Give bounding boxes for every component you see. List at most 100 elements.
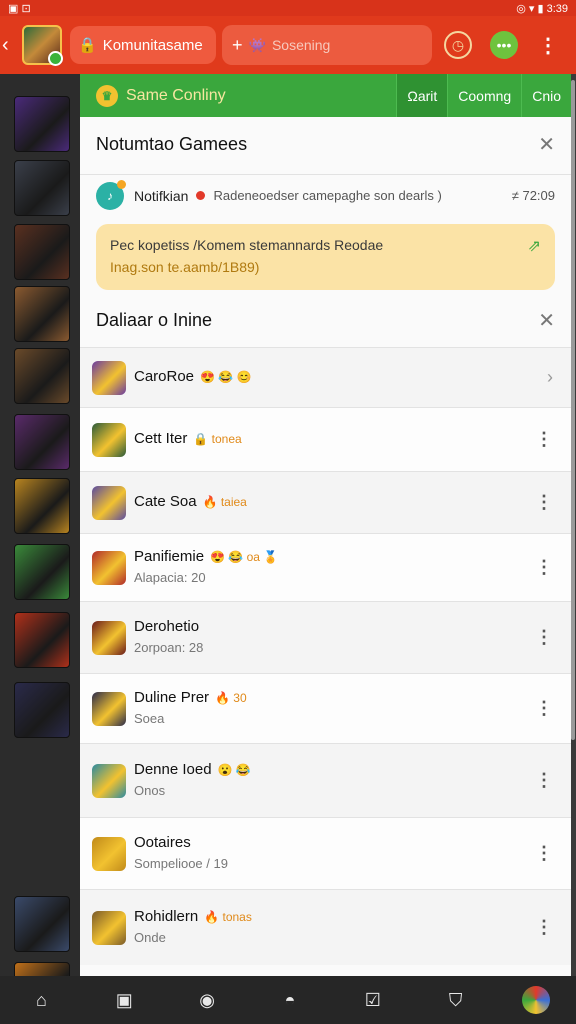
game-name: Duline Prer 🔥 30 <box>134 689 247 706</box>
add-pill[interactable]: + 👾 Sosening <box>222 25 432 65</box>
library-icon[interactable]: ▣ <box>108 990 140 1011</box>
back-icon[interactable]: ‹ <box>2 34 18 57</box>
status-badge: 🔥 taiea <box>202 495 247 509</box>
scrollbar-thumb[interactable] <box>571 80 575 740</box>
controller-icon[interactable]: ◓ <box>274 990 306 1011</box>
game-name-text: Derohetio <box>134 618 200 635</box>
game-icon <box>92 361 126 395</box>
game-thumbnail[interactable] <box>14 682 70 738</box>
community-search-pill[interactable]: 🔒 Komunitasame <box>70 26 216 64</box>
status-left: ▣ ⊡ <box>8 2 31 15</box>
chevron-right-icon[interactable]: › <box>547 367 553 388</box>
more-options-icon[interactable]: ⋮ <box>535 698 553 719</box>
game-thumbnail[interactable] <box>14 414 70 470</box>
game-name: Rohidlern 🔥 tonas <box>134 908 252 925</box>
game-name: Cett Iter 🔒 tonea <box>134 430 242 447</box>
game-thumbnail[interactable] <box>14 544 70 600</box>
game-icon <box>92 486 126 520</box>
promo-line-2: Inag.son te.aamb/1B89) <box>110 259 260 275</box>
game-icon <box>92 837 126 871</box>
list-item[interactable]: Cett Iter 🔒 tonea ⋮ <box>80 407 571 471</box>
game-name-text: Cett Iter <box>134 430 188 447</box>
list-item[interactable]: CaroRoe 😍 😂 😊 › <box>80 347 571 407</box>
game-list: CaroRoe 😍 😂 😊 › Cett Iter 🔒 tonea ⋮ Cate Soa 🔥 … <box>80 347 571 965</box>
app-avatar[interactable] <box>22 25 63 66</box>
game-icon <box>92 764 126 798</box>
list-item[interactable]: Ootaires Sompeliooe / 19 ⋮ <box>80 817 571 889</box>
section-title-online: Daliaar o Inine <box>96 309 213 330</box>
game-name: Denne Ioed 😮 😂 <box>134 761 251 778</box>
promo-card[interactable]: Pec kopetiss /Komem stemannards Reodae I… <box>96 224 555 290</box>
notification-title: Notifkian <box>134 187 189 204</box>
game-subtitle: Alapacia: 20 <box>134 570 206 585</box>
list-item[interactable]: Panifiemie 😍 😂 oa 🏅 Alapacia: 20 ⋮ <box>80 533 571 601</box>
list-item[interactable]: Duline Prer 🔥 30 Soea ⋮ <box>80 673 571 743</box>
status-badge: 🔥 tonas <box>204 910 252 924</box>
game-icon <box>92 692 126 726</box>
more-options-icon[interactable]: ⋮ <box>535 429 553 450</box>
community-label: Komunitasame <box>102 36 203 54</box>
game-rail <box>0 74 80 1018</box>
game-subtitle: Onde <box>134 930 166 945</box>
game-icon <box>92 551 126 585</box>
section-header-notifications: Notumtao Gamees ✕ <box>80 117 571 172</box>
more-icon[interactable]: ⋮ <box>534 31 562 59</box>
game-name-text: Ootaires <box>134 834 191 851</box>
notification-icon: ♪ <box>96 179 126 210</box>
game-thumbnail[interactable] <box>14 478 70 534</box>
checklist-icon[interactable]: ☑ <box>357 990 389 1011</box>
more-options-icon[interactable]: ⋮ <box>535 843 553 864</box>
game-thumbnail[interactable] <box>14 896 70 952</box>
game-subtitle: Soea <box>134 711 165 726</box>
game-name: Derohetio <box>134 618 199 635</box>
close-icon[interactable]: ✕ <box>538 132 555 157</box>
clock-icon[interactable]: ◷ <box>444 31 472 59</box>
list-item[interactable]: Cate Soa 🔥 taiea ⋮ <box>80 471 571 533</box>
game-thumbnail[interactable] <box>14 160 70 216</box>
game-name-text: Duline Prer <box>134 689 210 706</box>
tab-current[interactable]: Ωarit <box>396 74 448 117</box>
plus-icon: + <box>232 34 243 55</box>
game-thumbnail[interactable] <box>14 224 70 280</box>
main-panel: ♛ Same Conliny Ωarit Coomng Cnio Notumta… <box>80 74 571 976</box>
more-options-icon[interactable]: ⋮ <box>535 770 553 791</box>
game-name-text: Denne Ioed <box>134 761 212 778</box>
status-bar: ▣ ⊡ ◎ ▾ ▮ 3:39 <box>0 0 576 16</box>
profile-avatar[interactable] <box>522 986 551 1014</box>
more-options-icon[interactable]: ⋮ <box>535 492 553 513</box>
tab-coming[interactable]: Coomng <box>447 74 521 117</box>
list-item[interactable]: Denne Ioed 😮 😂 Onos ⋮ <box>80 743 571 817</box>
list-item[interactable]: Derohetio 2orpoan: 28 ⋮ <box>80 601 571 673</box>
status-right: ◎ ▾ ▮ 3:39 <box>516 2 568 15</box>
game-icon <box>92 423 126 457</box>
status-badge: 😮 😂 <box>217 763 251 777</box>
badge-icon: ♛ <box>96 84 118 107</box>
chat-icon[interactable]: ••• <box>490 31 518 59</box>
more-options-icon[interactable]: ⋮ <box>535 917 553 938</box>
notification-row[interactable]: ♪ Notifkian Radeneoedser camepaghe son d… <box>80 174 571 216</box>
notification-time: ≠ 72:09 <box>511 188 555 203</box>
status-badge: 🔒 tonea <box>193 432 242 446</box>
game-name-text: CaroRoe <box>134 368 195 385</box>
game-name: Cate Soa 🔥 taiea <box>134 493 247 510</box>
share-icon[interactable]: ⇗ <box>528 236 541 258</box>
more-options-icon[interactable]: ⋮ <box>535 557 553 578</box>
close-icon[interactable]: ✕ <box>538 308 555 333</box>
unread-dot <box>196 191 206 200</box>
game-thumbnail[interactable] <box>14 96 70 152</box>
bottom-nav: ⌂ ▣ ◉ ◓ ☑ ⛉ <box>0 976 576 1024</box>
section-header-online: Daliaar o Inine ✕ <box>80 294 571 346</box>
more-options-icon[interactable]: ⋮ <box>535 627 553 648</box>
game-thumbnail[interactable] <box>14 286 70 342</box>
shield-icon[interactable]: ⛉ <box>440 990 472 1011</box>
home-icon[interactable]: ⌂ <box>25 990 57 1011</box>
game-name-text: Rohidlern <box>134 908 199 925</box>
game-thumbnail[interactable] <box>14 348 70 404</box>
tab-online[interactable]: Cnio <box>521 74 571 117</box>
list-item[interactable]: Rohidlern 🔥 tonas Onde ⋮ <box>80 889 571 965</box>
lock-icon: 🔒 <box>78 37 97 54</box>
game-subtitle: 2orpoan: 28 <box>134 640 204 655</box>
top-bar: ‹ 🔒 Komunitasame + 👾 Sosening ◷ ••• ⋮ <box>0 16 576 74</box>
gamepad-icon[interactable]: ◉ <box>191 990 223 1011</box>
game-thumbnail[interactable] <box>14 612 70 668</box>
